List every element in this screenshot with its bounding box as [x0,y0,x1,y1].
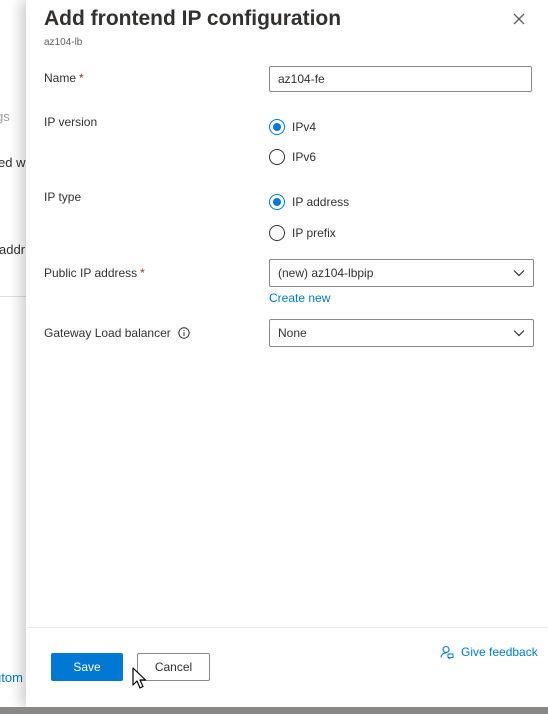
close-icon [513,13,525,25]
gateway-lb-dropdown[interactable]: None [269,319,534,347]
required-mark: * [140,266,145,280]
background-text: gs [0,109,10,124]
name-input[interactable] [269,66,532,92]
radio-ip-address-label: IP address [292,195,350,209]
mouse-cursor-icon [132,667,147,689]
radio-circle [269,149,285,165]
radio-ipv4[interactable]: IPv4 [269,119,316,135]
background-text: ed w [0,155,26,170]
gateway-lb-label: Gateway Load balancer [44,326,190,340]
panel-title: Add frontend IP configuration [44,7,342,30]
radio-ip-prefix-label: IP prefix [292,226,336,240]
radio-ipv6[interactable]: IPv6 [269,149,316,165]
ip-version-label: IP version [44,115,98,129]
radio-ipv6-label: IPv6 [292,150,317,164]
create-new-link[interactable]: Create new [269,291,330,305]
panel-subtitle: az104-lb [44,37,83,48]
radio-ip-address[interactable]: IP address [269,194,349,210]
required-mark: * [79,71,84,85]
radio-checked-circle [269,194,285,210]
close-button[interactable] [510,10,528,28]
footer-divider [26,627,548,628]
gateway-lb-value: None [278,326,307,340]
radio-ipv4-label: IPv4 [292,120,317,134]
public-ip-label-text: Public IP address [44,266,138,280]
public-ip-label: Public IP address * [44,266,145,280]
background-link[interactable]: utom [0,670,23,685]
save-button[interactable]: Save [51,653,123,681]
feedback-icon [440,645,454,659]
ip-type-label: IP type [44,190,82,204]
taskbar-edge [0,707,548,714]
radio-ip-prefix[interactable]: IP prefix [269,225,336,241]
radio-circle [269,225,285,241]
name-label-text: Name [44,71,77,85]
info-icon[interactable] [178,327,190,339]
public-ip-dropdown[interactable]: (new) az104-lbpip [269,259,534,287]
background-text: addr [0,242,26,257]
frontend-ip-blade: Add frontend IP configuration az104-lb N… [26,0,548,707]
radio-checked-circle [269,119,285,135]
public-ip-value: (new) az104-lbpip [278,266,374,280]
chevron-down-icon [513,330,525,337]
chevron-down-icon [513,270,525,277]
give-feedback-label: Give feedback [461,645,538,659]
give-feedback-link[interactable]: Give feedback [440,645,538,659]
name-label: Name * [44,71,84,85]
gateway-lb-label-text: Gateway Load balancer [44,326,171,340]
